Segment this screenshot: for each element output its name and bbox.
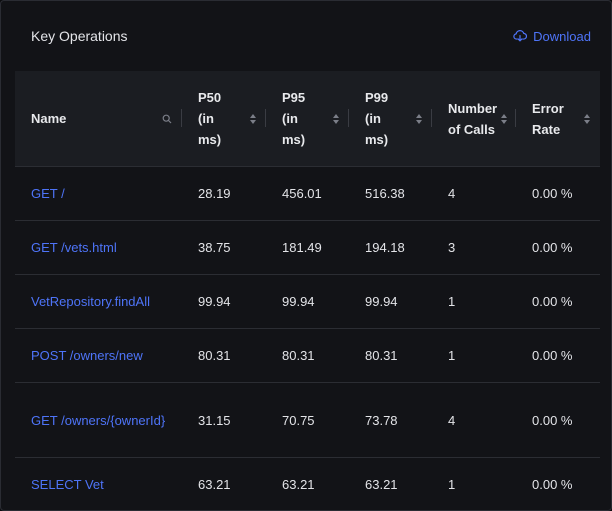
table-row[interactable]: GET /vets.html 38.75 181.49 194.18 3 0.0… [15,220,600,275]
sort-icon[interactable] [416,113,422,124]
key-operations-panel: Key Operations Download Name P50 (in ms)… [0,0,612,511]
table-row[interactable]: GET / 28.19 456.01 516.38 4 0.00 % [15,166,600,221]
column-header-label: Error Rate [532,100,564,137]
cloud-download-icon [513,30,528,42]
column-header-name[interactable]: Name [15,71,182,167]
p95-cell: 70.75 [266,382,349,458]
p95-cell: 99.94 [266,274,349,329]
error-rate-cell: 0.00 % [516,457,600,510]
p50-cell: 63.21 [182,457,266,510]
sort-icon[interactable] [250,113,256,124]
p50-cell: 28.19 [182,166,266,221]
table-row[interactable]: POST /owners/new 80.31 80.31 80.31 1 0.0… [15,328,600,383]
calls-cell: 1 [432,457,516,510]
column-header-label: P95 (in ms) [282,90,306,147]
p50-cell: 80.31 [182,328,266,383]
calls-cell: 4 [432,382,516,458]
column-header-label: P50 (in ms) [198,90,222,147]
table-row[interactable]: SELECT Vet 63.21 63.21 63.21 1 0.00 % [15,457,600,510]
p99-cell: 73.78 [349,382,432,458]
p50-cell: 38.75 [182,220,266,275]
error-rate-cell: 0.00 % [516,220,600,275]
p50-cell: 99.94 [182,274,266,329]
sort-icon[interactable] [501,113,508,124]
operation-name-link[interactable]: GET /vets.html [15,220,182,275]
sort-icon[interactable] [584,113,590,124]
operation-name-link[interactable]: SELECT Vet [15,457,182,510]
p99-cell: 63.21 [349,457,432,510]
download-label: Download [533,28,591,44]
table-row[interactable]: GET /owners/{ownerId} 31.15 70.75 73.78 … [15,382,600,458]
column-header-p99[interactable]: P99 (in ms) [349,71,432,167]
column-header-label: Number of Calls [448,100,498,137]
table-header-row: Name P50 (in ms) P95 (in ms) P99 (in ms)… [15,71,600,167]
column-header-number-of-calls[interactable]: Number of Calls [432,71,516,167]
calls-cell: 4 [432,166,516,221]
calls-cell: 1 [432,274,516,329]
panel-title: Key Operations [31,28,128,44]
p99-cell: 516.38 [349,166,432,221]
column-header-error-rate[interactable]: Error Rate [516,71,600,167]
p99-cell: 194.18 [349,220,432,275]
calls-cell: 1 [432,328,516,383]
p99-cell: 99.94 [349,274,432,329]
operations-table-wrapper: Name P50 (in ms) P95 (in ms) P99 (in ms)… [15,71,600,510]
sort-icon[interactable] [333,113,339,124]
p50-cell: 31.15 [182,382,266,458]
operation-name-link[interactable]: GET /owners/{ownerId} [15,382,182,458]
table-row[interactable]: VetRepository.findAll 99.94 99.94 99.94 … [15,274,600,329]
error-rate-cell: 0.00 % [516,166,600,221]
column-header-p95[interactable]: P95 (in ms) [266,71,349,167]
p95-cell: 63.21 [266,457,349,510]
error-rate-cell: 0.00 % [516,274,600,329]
operation-name-link[interactable]: POST /owners/new [15,328,182,383]
error-rate-cell: 0.00 % [516,328,600,383]
operation-name-link[interactable]: GET / [15,166,182,221]
calls-cell: 3 [432,220,516,275]
column-header-p50[interactable]: P50 (in ms) [182,71,266,167]
error-rate-cell: 0.00 % [516,382,600,458]
operation-name-link[interactable]: VetRepository.findAll [15,274,182,329]
p99-cell: 80.31 [349,328,432,383]
p95-cell: 456.01 [266,166,349,221]
p95-cell: 80.31 [266,328,349,383]
column-header-label: P99 (in ms) [365,90,389,147]
panel-header: Key Operations Download [15,1,597,71]
column-header-label: Name [31,111,67,126]
p95-cell: 181.49 [266,220,349,275]
download-button[interactable]: Download [513,29,597,44]
operations-table: Name P50 (in ms) P95 (in ms) P99 (in ms)… [15,71,600,510]
search-icon[interactable] [162,114,172,124]
